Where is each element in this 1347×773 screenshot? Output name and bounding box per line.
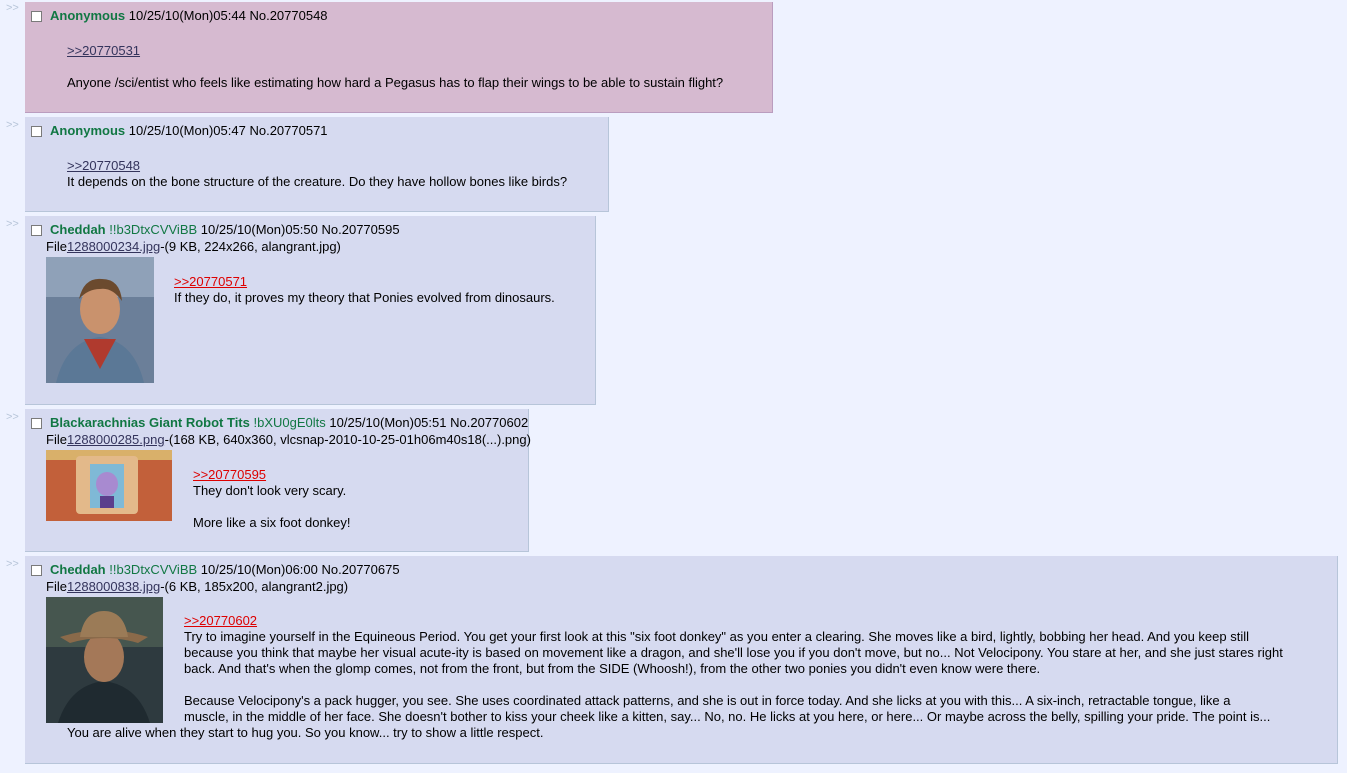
quote-link[interactable]: >>20770571 [174,274,247,289]
reply-post: Blackarachnias Giant Robot Tits !bXU0gE0… [25,409,531,552]
post-number[interactable]: No.20770602 [450,415,528,430]
post-datetime: 10/25/10(Mon)05:50 [200,222,318,237]
quote-link[interactable]: >>20770548 [67,158,140,173]
file-link[interactable]: 1288000285.png [67,432,165,447]
post-body: >>20770602 Try to imagine yourself in th… [184,613,1324,725]
post-text: back. And that's when the glomp comes, n… [184,661,1041,676]
poster-tripcode: !!b3DtxCVViBB [109,222,198,237]
post-number[interactable]: No.20770571 [249,123,327,138]
post-checkbox[interactable] [31,11,42,22]
post-number[interactable]: No.20770548 [249,8,327,23]
poster-name: Anonymous [50,8,126,23]
file-info: File1288000838.jpg-(6 KB, 185x200, alang… [46,579,348,594]
quote-link[interactable]: >>20770595 [193,467,266,482]
post-body: >>20770571 If they do, it proves my theo… [174,274,555,306]
file-info: File1288000285.png-(168 KB, 640x360, vlc… [46,432,531,447]
post-text: It depends on the bone structure of the … [67,174,568,189]
file-details: -(168 KB, 640x360, vlcsnap-2010-10-25-01… [164,432,531,447]
post-header: Cheddah !!b3DtxCVViBB 10/25/10(Mon)06:00… [31,562,400,577]
post-header: Blackarachnias Giant Robot Tits !bXU0gE0… [31,415,528,430]
post-text: If they do, it proves my theory that Pon… [174,290,555,305]
post-datetime: 10/25/10(Mon)05:47 [128,123,246,138]
file-details: -(6 KB, 185x200, alangrant2.jpg) [160,579,349,594]
poster-tripcode: !bXU0gE0lts [253,415,326,430]
reply-post: Cheddah !!b3DtxCVViBB 10/25/10(Mon)05:50… [25,216,596,405]
poster-name: Blackarachnias Giant Robot Tits [50,415,250,430]
post-body: >>20770531 [67,43,140,59]
quote-link[interactable]: >>20770602 [184,613,257,628]
post-text: Anyone /sci/entist who feels like estima… [67,75,724,90]
post-text: More like a six foot donkey! [193,515,351,530]
file-details: -(9 KB, 224x266, alangrant.jpg) [160,239,341,254]
post-header: Cheddah !!b3DtxCVViBB 10/25/10(Mon)05:50… [31,222,400,237]
post-datetime: 10/25/10(Mon)05:51 [329,415,447,430]
post-checkbox[interactable] [31,565,42,576]
post-text: Because Velocipony's a pack hugger, you … [184,693,1231,708]
post-body: >>20770595 They don't look very scary. M… [193,467,351,531]
post-checkbox[interactable] [31,126,42,137]
reply-post: Anonymous 10/25/10(Mon)05:47 No.20770571… [25,117,609,212]
post-header: Anonymous 10/25/10(Mon)05:44 No.20770548 [31,8,328,23]
file-link[interactable]: 1288000838.jpg [67,579,160,594]
reply-arrow: >> [6,558,19,570]
reply-arrow: >> [6,218,19,230]
reply-arrow: >> [6,119,19,131]
poster-name: Anonymous [50,123,126,138]
reply-post: Cheddah !!b3DtxCVViBB 10/25/10(Mon)06:00… [25,556,1338,764]
file-info: File1288000234.jpg-(9 KB, 224x266, alang… [46,239,341,254]
post-text: because you think that maybe her visual … [184,645,1283,660]
file-link[interactable]: 1288000234.jpg [67,239,160,254]
reply-post: Anonymous 10/25/10(Mon)05:44 No.20770548… [25,2,773,113]
post-checkbox[interactable] [31,225,42,236]
file-label: File [46,432,67,447]
poster-name: Cheddah [50,222,106,237]
post-datetime: 10/25/10(Mon)05:44 [128,8,246,23]
post-datetime: 10/25/10(Mon)06:00 [200,562,318,577]
thumbnail-image[interactable] [46,450,172,524]
post-number[interactable]: No.20770595 [322,222,400,237]
thumbnail-image[interactable] [46,257,154,386]
post-header: Anonymous 10/25/10(Mon)05:47 No.20770571 [31,123,328,138]
quote-link[interactable]: >>20770531 [67,43,140,58]
poster-tripcode: !!b3DtxCVViBB [109,562,198,577]
reply-arrow: >> [6,2,19,14]
file-label: File [46,239,67,254]
poster-name: Cheddah [50,562,106,577]
thumbnail-image[interactable] [46,597,163,726]
post-text: They don't look very scary. [193,483,347,498]
post-number[interactable]: No.20770675 [322,562,400,577]
post-text: muscle, in the middle of her face. She d… [184,709,1271,724]
reply-arrow: >> [6,411,19,423]
post-text: Try to imagine yourself in the Equineous… [184,629,1249,644]
post-checkbox[interactable] [31,418,42,429]
post-body: >>20770548 It depends on the bone struct… [67,158,567,190]
file-label: File [46,579,67,594]
post-text: You are alive when they start to hug you… [67,725,544,740]
